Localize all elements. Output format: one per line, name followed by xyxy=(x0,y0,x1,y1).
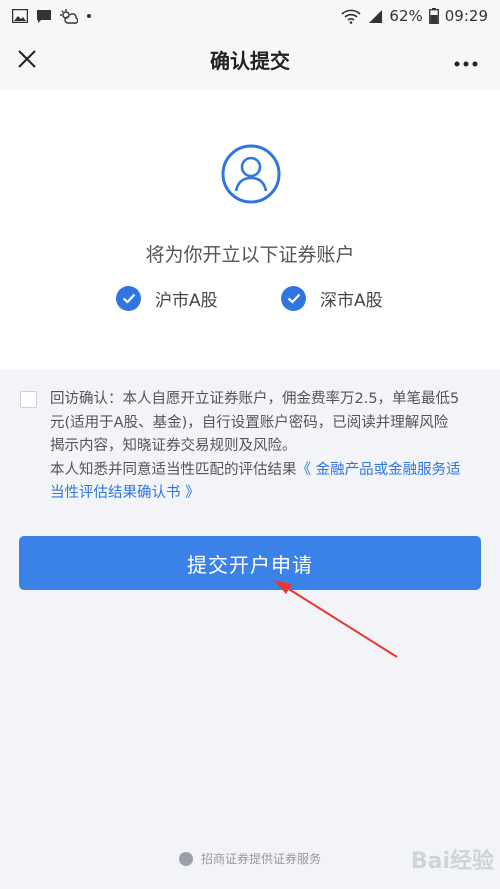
submit-account-button[interactable]: 提交开户申请 xyxy=(19,536,481,590)
account-card: 将为你开立以下证券账户 沪市A股 深市A股 xyxy=(0,90,500,370)
battery-percent: 62% xyxy=(389,7,423,25)
message-icon xyxy=(36,9,52,24)
agreement-line: 回访确认：本人自愿开立证券账户，佣金费率万2.5，单笔最低5 xyxy=(50,391,460,407)
user-avatar-icon xyxy=(220,143,282,205)
check-icon xyxy=(281,286,306,311)
footer-text: 招商证券提供证券服务 xyxy=(200,852,321,866)
broker-logo-icon xyxy=(178,851,193,866)
dot-icon xyxy=(86,13,92,19)
image-icon xyxy=(12,9,28,23)
more-button[interactable] xyxy=(448,46,484,76)
wifi-icon xyxy=(341,9,361,24)
status-bar: 62% 09:29 xyxy=(0,0,500,32)
signal-icon xyxy=(367,9,383,24)
option-sz-a-share[interactable]: 深市A股 xyxy=(281,286,383,311)
clock: 09:29 xyxy=(444,7,488,25)
agreement-line: 本人知悉并同意适当性匹配的评估结果《 金融产品或金融服务适 xyxy=(50,459,495,483)
weather-icon xyxy=(60,8,78,24)
agreement-line: 揭示内容，知晓证券交易规则及风险。 xyxy=(50,438,297,454)
nav-bar: 确认提交 xyxy=(0,32,500,90)
account-heading: 将为你开立以下证券账户 xyxy=(145,244,355,266)
agreement-checkbox[interactable] xyxy=(20,391,37,408)
agreement-line: 元(适用于A股、基金)，自行设置账户密码，已阅读并理解风险 xyxy=(50,414,449,431)
more-icon xyxy=(454,52,478,71)
watermark: Bai经验 xyxy=(410,849,494,874)
option-sh-a-share[interactable]: 沪市A股 xyxy=(116,286,218,311)
suitability-document-link[interactable]: 《 金融产品或金融服务适 xyxy=(297,462,461,478)
option-label: 沪市A股 xyxy=(155,291,218,311)
agreement-prefix: 本人知悉并同意适当性匹配的评估结果 xyxy=(50,461,297,478)
agreement-text: 回访确认：本人自愿开立证券账户，佣金费率万2.5，单笔最低5 元(适用于A股、基… xyxy=(50,388,495,506)
check-icon xyxy=(116,286,141,311)
battery-icon xyxy=(428,8,439,24)
page-title: 确认提交 xyxy=(210,49,290,73)
suitability-document-link[interactable]: 当性评估结果确认书 》 xyxy=(50,482,495,506)
option-label: 深市A股 xyxy=(320,291,383,311)
